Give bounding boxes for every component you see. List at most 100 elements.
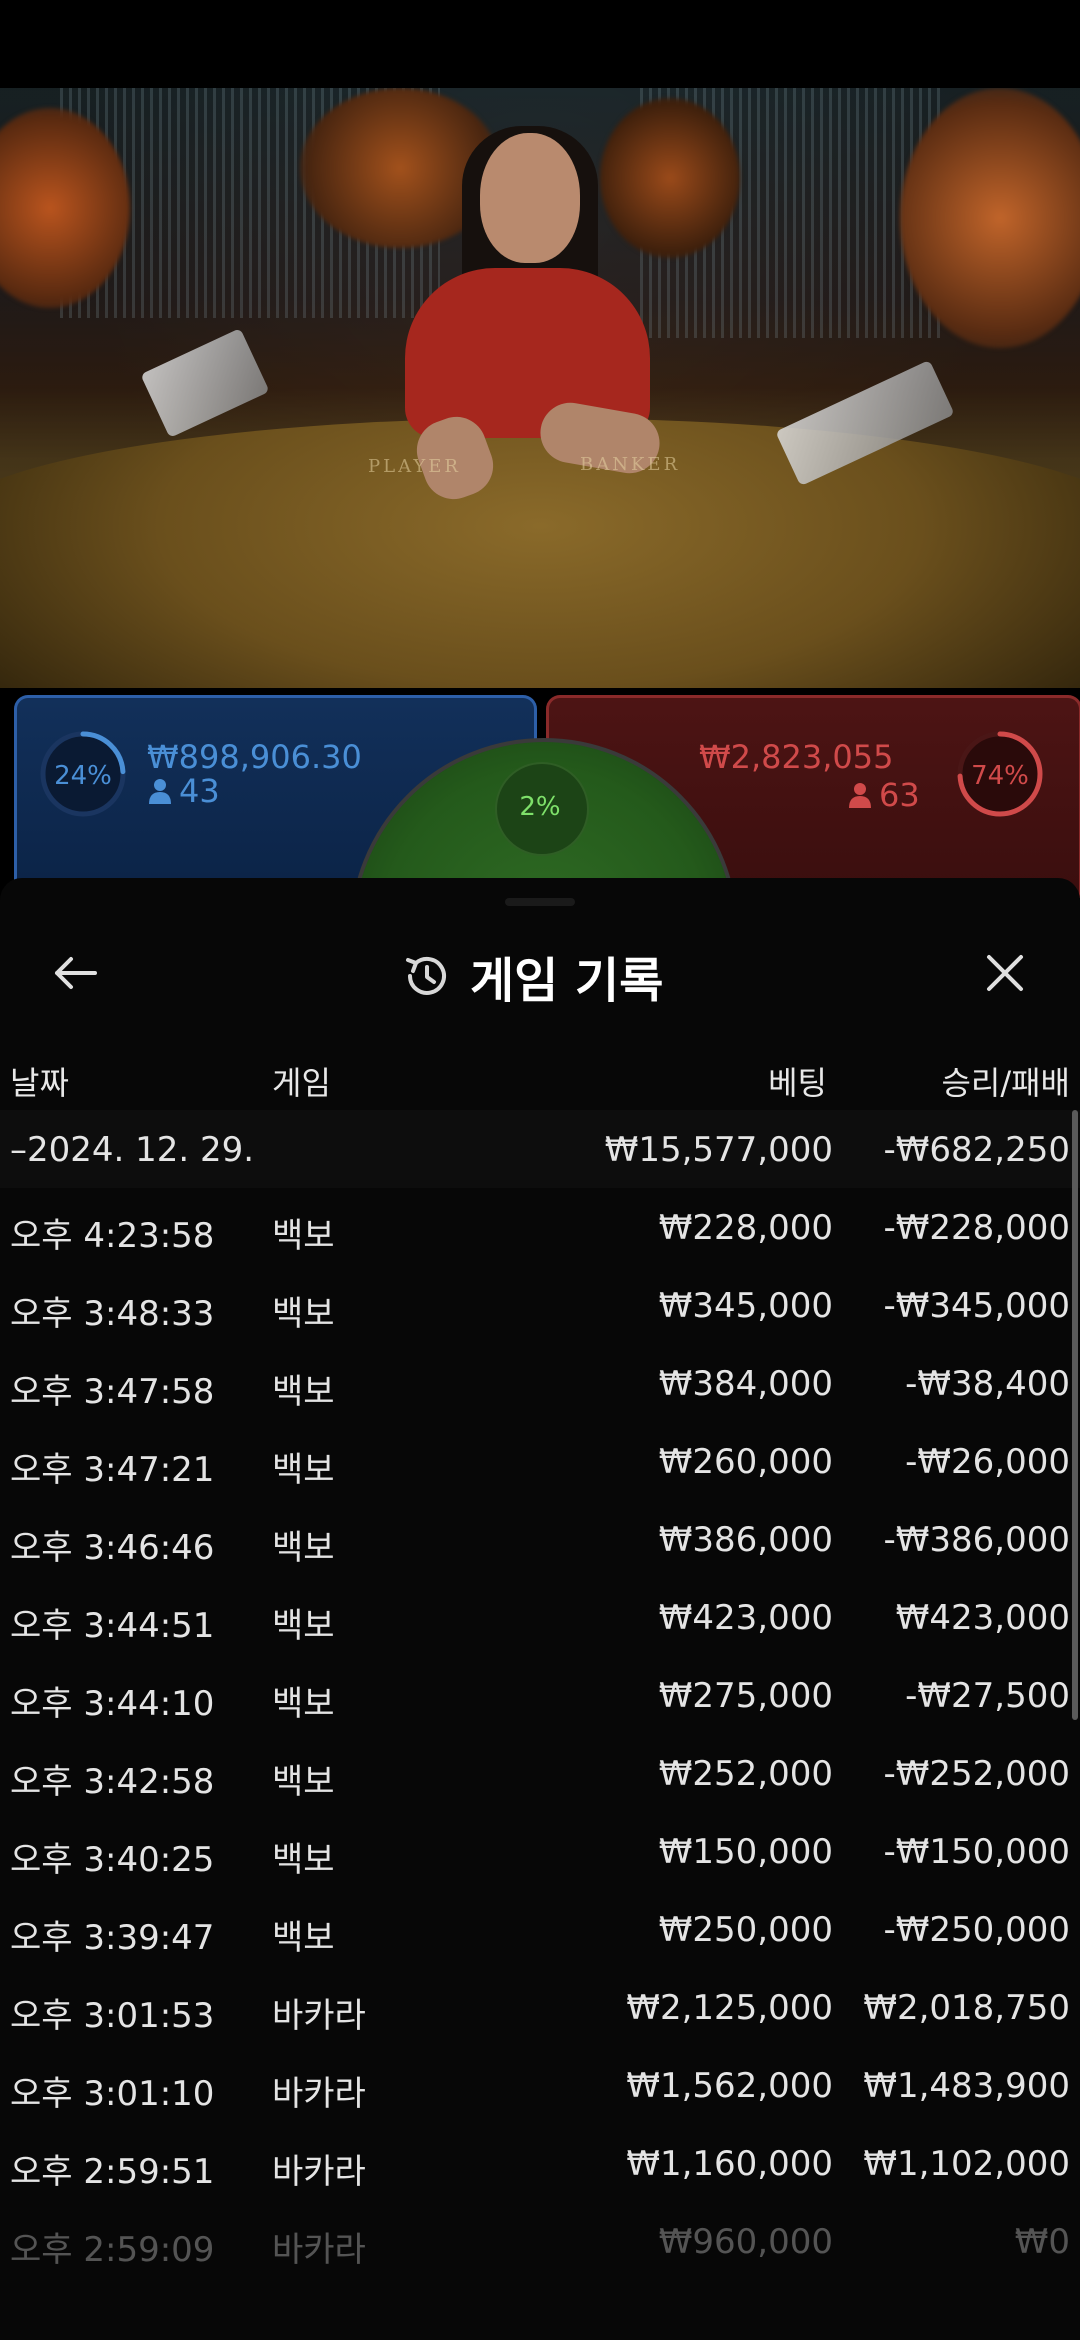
column-date[interactable]: 날짜 bbox=[10, 1058, 69, 1104]
history-row[interactable]: 오후 3:42:58 백보 ₩252,000 -₩252,000 bbox=[0, 1734, 1080, 1812]
game-history-sheet: 게임 기록 날짜 게임 베팅 승리/패배 –2024. 12. 29. ₩15,… bbox=[0, 878, 1080, 2340]
row-game: 백보 bbox=[272, 1762, 335, 1802]
row-time: 오후 3:39:47 bbox=[10, 1918, 215, 1958]
row-bet: ₩384,000 bbox=[658, 1364, 833, 1404]
row-time: 오후 3:42:58 bbox=[10, 1762, 215, 1802]
row-game: 백보 bbox=[272, 1918, 335, 1958]
row-game: 바카라 bbox=[272, 2230, 366, 2270]
row-time: 오후 3:40:25 bbox=[10, 1840, 215, 1880]
row-time: 오후 2:59:51 bbox=[10, 2152, 215, 2192]
row-time: 오후 3:44:10 bbox=[10, 1684, 215, 1724]
history-row[interactable]: 오후 2:59:09 바카라 ₩960,000 ₩0 bbox=[0, 2202, 1080, 2280]
banker-percent: 74% bbox=[971, 761, 1029, 791]
row-game: 바카라 bbox=[272, 1996, 366, 2036]
row-result: -₩26,000 bbox=[905, 1442, 1070, 1482]
live-video-feed: PLAYER BANKER bbox=[0, 88, 1080, 688]
row-time: 오후 2:59:09 bbox=[10, 2230, 215, 2270]
row-time: 오후 3:47:58 bbox=[10, 1372, 215, 1412]
row-result: ₩423,000 bbox=[895, 1598, 1070, 1638]
row-bet: ₩1,562,000 bbox=[626, 2066, 833, 2106]
back-button[interactable] bbox=[40, 938, 110, 1008]
sheet-title: 게임 기록 bbox=[470, 953, 664, 1009]
row-time: 오후 3:46:46 bbox=[10, 1528, 215, 1568]
history-list: –2024. 12. 29. ₩15,577,000 -₩682,250 오후 … bbox=[0, 1110, 1080, 2280]
row-result: -₩228,000 bbox=[883, 1208, 1071, 1248]
row-result: ₩2,018,750 bbox=[863, 1988, 1070, 2028]
row-time: 오후 3:47:21 bbox=[10, 1450, 215, 1490]
row-game: 백보 bbox=[272, 1294, 335, 1334]
history-row[interactable]: 오후 3:39:47 백보 ₩250,000 -₩250,000 bbox=[0, 1890, 1080, 1968]
row-bet: ₩1,160,000 bbox=[626, 2144, 833, 2184]
banker-count: 63 bbox=[849, 776, 920, 814]
felt-banker-label: BANKER bbox=[580, 454, 681, 475]
history-row[interactable]: 오후 3:47:21 백보 ₩260,000 -₩26,000 bbox=[0, 1422, 1080, 1500]
history-row[interactable]: 오후 4:23:58 백보 ₩228,000 -₩228,000 bbox=[0, 1188, 1080, 1266]
row-bet: ₩2,125,000 bbox=[626, 1988, 833, 2028]
row-bet: ₩252,000 bbox=[658, 1754, 833, 1794]
card-shoe bbox=[140, 328, 270, 438]
history-row[interactable]: 오후 3:01:10 바카라 ₩1,562,000 ₩1,483,900 bbox=[0, 2046, 1080, 2124]
history-row[interactable]: 오후 3:47:58 백보 ₩384,000 -₩38,400 bbox=[0, 1344, 1080, 1422]
user-icon bbox=[149, 779, 171, 804]
row-game: 백보 bbox=[272, 1684, 335, 1724]
day-total-result: -₩682,250 bbox=[883, 1130, 1071, 1170]
player-count: 43 bbox=[149, 772, 220, 810]
row-game: 바카라 bbox=[272, 2152, 366, 2192]
row-result: -₩38,400 bbox=[905, 1364, 1070, 1404]
row-game: 백보 bbox=[272, 1372, 335, 1412]
row-result: ₩1,102,000 bbox=[863, 2144, 1070, 2184]
history-row[interactable]: 오후 3:46:46 백보 ₩386,000 -₩386,000 bbox=[0, 1500, 1080, 1578]
player-count-value: 43 bbox=[179, 772, 220, 810]
day-date: –2024. 12. 29. bbox=[10, 1130, 255, 1170]
scrollbar[interactable] bbox=[1072, 1110, 1078, 1720]
row-time: 오후 4:23:58 bbox=[10, 1216, 215, 1256]
column-result[interactable]: 승리/패배 bbox=[941, 1058, 1070, 1104]
player-bet-amount: ₩898,906.30 bbox=[147, 738, 362, 776]
row-result: ₩1,483,900 bbox=[863, 2066, 1070, 2106]
history-row[interactable]: 오후 3:01:53 바카라 ₩2,125,000 ₩2,018,750 bbox=[0, 1968, 1080, 2046]
row-time: 오후 3:44:51 bbox=[10, 1606, 215, 1646]
history-row[interactable]: 오후 3:48:33 백보 ₩345,000 -₩345,000 bbox=[0, 1266, 1080, 1344]
history-row[interactable]: 오후 2:59:51 바카라 ₩1,160,000 ₩1,102,000 bbox=[0, 2124, 1080, 2202]
table-header: 날짜 게임 베팅 승리/패배 bbox=[0, 1048, 1080, 1108]
baccarat-table bbox=[0, 418, 1080, 688]
history-row[interactable]: 오후 3:44:10 백보 ₩275,000 -₩27,500 bbox=[0, 1656, 1080, 1734]
history-icon bbox=[406, 957, 446, 995]
row-time: 오후 3:01:10 bbox=[10, 2074, 215, 2114]
row-result: -₩250,000 bbox=[883, 1910, 1071, 1950]
history-row[interactable]: 오후 3:44:51 백보 ₩423,000 ₩423,000 bbox=[0, 1578, 1080, 1656]
row-bet: ₩150,000 bbox=[658, 1832, 833, 1872]
row-result: -₩252,000 bbox=[883, 1754, 1071, 1794]
row-bet: ₩960,000 bbox=[658, 2222, 833, 2262]
row-bet: ₩228,000 bbox=[658, 1208, 833, 1248]
row-bet: ₩250,000 bbox=[658, 1910, 833, 1950]
row-result: -₩345,000 bbox=[883, 1286, 1071, 1326]
day-summary-row[interactable]: –2024. 12. 29. ₩15,577,000 -₩682,250 bbox=[0, 1110, 1080, 1188]
row-bet: ₩423,000 bbox=[658, 1598, 833, 1638]
banker-bet-amount: ₩2,823,055 bbox=[699, 738, 894, 776]
column-game[interactable]: 게임 bbox=[272, 1058, 331, 1104]
row-bet: ₩345,000 bbox=[658, 1286, 833, 1326]
row-game: 백보 bbox=[272, 1528, 335, 1568]
felt-player-label: PLAYER bbox=[368, 456, 461, 477]
row-result: -₩27,500 bbox=[905, 1676, 1070, 1716]
arrow-left-icon bbox=[55, 957, 97, 989]
row-game: 백보 bbox=[272, 1450, 335, 1490]
row-time: 오후 3:48:33 bbox=[10, 1294, 215, 1334]
history-row[interactable]: 오후 3:40:25 백보 ₩150,000 -₩150,000 bbox=[0, 1812, 1080, 1890]
close-button[interactable] bbox=[970, 938, 1040, 1008]
row-game: 바카라 bbox=[272, 2074, 366, 2114]
player-percent: 24% bbox=[54, 761, 112, 791]
user-icon bbox=[849, 783, 871, 808]
column-bet[interactable]: 베팅 bbox=[768, 1058, 827, 1104]
decor-tree bbox=[600, 98, 740, 258]
dealer-head bbox=[480, 133, 580, 263]
row-result: -₩150,000 bbox=[883, 1832, 1071, 1872]
row-bet: ₩386,000 bbox=[658, 1520, 833, 1560]
row-time: 오후 3:01:53 bbox=[10, 1996, 215, 2036]
tie-percent: 2% bbox=[519, 792, 561, 822]
row-result: -₩386,000 bbox=[883, 1520, 1071, 1560]
sheet-grabber[interactable] bbox=[505, 898, 575, 906]
sheet-title-group: 게임 기록 bbox=[400, 936, 663, 1016]
row-bet: ₩260,000 bbox=[658, 1442, 833, 1482]
